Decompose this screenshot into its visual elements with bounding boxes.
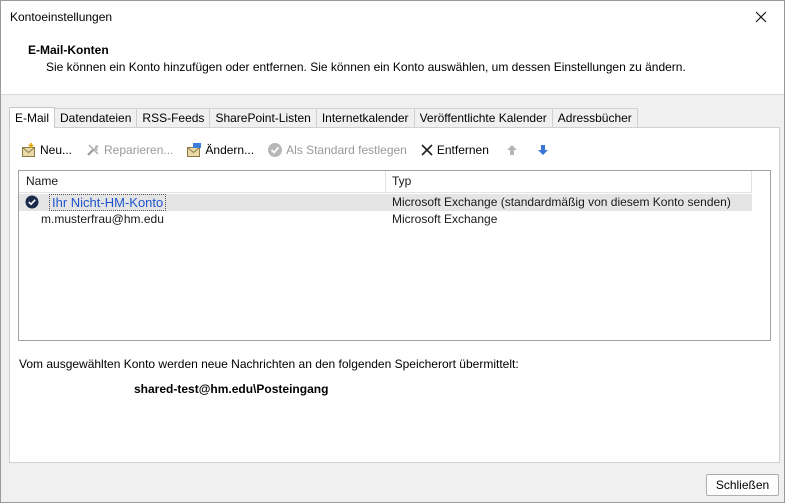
tab-strip: E-Mail Datendateien RSS-Feeds SharePoint… [9, 107, 638, 128]
header-title: E-Mail-Konten [28, 43, 109, 57]
arrow-up-icon [506, 145, 517, 155]
tab-published-calendars[interactable]: Veröffentlichte Kalender [413, 108, 553, 128]
list-header: Name Typ [19, 171, 752, 193]
header-description: Sie können ein Konto hinzufügen oder ent… [46, 60, 686, 74]
account-type: Microsoft Exchange (standardmäßig von di… [392, 195, 731, 209]
title-bar: Kontoeinstellungen [1, 1, 784, 32]
tab-sharepoint-lists[interactable]: SharePoint-Listen [209, 108, 317, 128]
change-account-label: Ändern... [205, 143, 255, 157]
account-name: Ihr Nicht-HM-Konto [49, 194, 167, 211]
window-close-button[interactable] [738, 1, 784, 32]
remove-account-label: Entfernen [436, 143, 489, 157]
tab-rss-feeds[interactable]: RSS-Feeds [136, 108, 211, 128]
repair-account-label: Reparieren... [104, 143, 174, 157]
email-tab-panel: Neu... Reparieren... Ändern... Als Stand… [9, 127, 780, 463]
tools-icon [87, 144, 100, 156]
dialog-footer: Schließen [1, 463, 784, 503]
delivery-info-text: Vom ausgewählten Konto werden neue Nachr… [19, 357, 519, 371]
remove-x-icon [421, 144, 433, 156]
account-toolbar: Neu... Reparieren... Ändern... Als Stand… [19, 139, 562, 161]
tab-email[interactable]: E-Mail [9, 107, 56, 128]
remove-account-button[interactable]: Entfernen [418, 139, 491, 161]
close-dialog-button[interactable]: Schließen [706, 474, 779, 496]
tab-address-books[interactable]: Adressbücher [551, 108, 638, 128]
header-panel: E-Mail-Konten Sie können ein Konto hinzu… [1, 32, 784, 95]
edit-account-icon [187, 143, 202, 157]
default-account-check-icon [25, 195, 39, 209]
change-account-button[interactable]: Ändern... [184, 139, 256, 161]
account-row[interactable]: m.musterfrau@hm.edu Microsoft Exchange [19, 211, 752, 228]
move-down-button[interactable] [531, 139, 558, 161]
new-mail-icon [22, 143, 35, 157]
account-row[interactable]: Ihr Nicht-HM-Konto Microsoft Exchange (s… [19, 194, 752, 211]
move-up-button[interactable] [500, 139, 527, 161]
set-default-button[interactable]: Als Standard festlegen [265, 139, 409, 161]
arrow-down-icon [537, 145, 548, 155]
account-list[interactable]: Name Typ Ihr Nicht-HM-Konto Microsoft Ex… [18, 170, 771, 341]
account-settings-dialog: Kontoeinstellungen E-Mail-Konten Sie kön… [0, 0, 785, 503]
close-icon [755, 11, 767, 22]
window-title: Kontoeinstellungen [10, 10, 113, 24]
checkmark-circle-icon [268, 143, 283, 157]
set-default-label: Als Standard festlegen [286, 143, 407, 157]
column-header-type[interactable]: Typ [386, 171, 752, 193]
tab-data-files[interactable]: Datendateien [54, 108, 138, 128]
new-account-button[interactable]: Neu... [19, 139, 74, 161]
account-name: m.musterfrau@hm.edu [41, 212, 164, 226]
repair-account-button[interactable]: Reparieren... [83, 139, 175, 161]
delivery-location: shared-test@hm.edu\Posteingang [134, 382, 329, 396]
column-header-name[interactable]: Name [19, 171, 386, 193]
new-account-label: Neu... [40, 143, 73, 157]
tab-internet-calendars[interactable]: Internetkalender [315, 108, 415, 128]
account-type: Microsoft Exchange [392, 212, 498, 226]
